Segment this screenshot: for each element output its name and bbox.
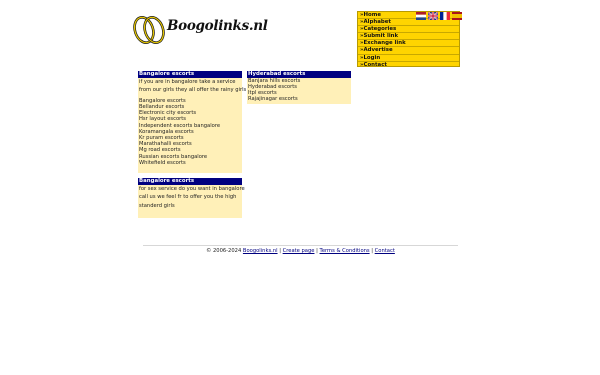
nav-advertise[interactable]: »Advertise xyxy=(358,47,459,55)
footer-terms-link[interactable]: Terms & Conditions xyxy=(320,248,370,254)
nav-exchange-link[interactable]: »Exchange link xyxy=(358,40,459,48)
spanish-flag-icon[interactable] xyxy=(452,12,462,20)
footer-separator: | xyxy=(279,248,281,254)
box-intro-text: from our girls they all offer the rainy … xyxy=(139,87,247,94)
dutch-flag-icon[interactable] xyxy=(416,12,426,20)
footer: © 2006-2024 Boogolinks.nl | Create page … xyxy=(143,248,458,254)
footer-separator: | xyxy=(371,248,374,254)
copyright-text: © 2006-2024 xyxy=(206,248,242,254)
logo-rings-icon xyxy=(133,16,165,44)
french-flag-icon[interactable] xyxy=(440,12,450,20)
footer-contact-link[interactable]: Contact xyxy=(375,248,395,254)
nav-contact[interactable]: »Contact xyxy=(358,62,459,68)
footer-site-link[interactable]: Boogolinks.nl xyxy=(243,248,278,254)
list-item[interactable]: Whitefield escorts xyxy=(139,160,242,166)
english-flag-icon[interactable] xyxy=(428,12,438,20)
bangalore-info-box: Bangalore escorts for sex service do you… xyxy=(138,178,245,218)
box-text: call us we feel fr to offer you the high xyxy=(139,194,237,201)
footer-create-page-link[interactable]: Create page xyxy=(283,248,315,254)
nav-submit-link[interactable]: »Submit link xyxy=(358,33,459,41)
nav-categories[interactable]: »Categories xyxy=(358,26,459,34)
nav-login[interactable]: »Login xyxy=(358,55,459,62)
site-logo[interactable]: Boogolinks.nl xyxy=(133,14,268,46)
logo-text: Boogolinks.nl xyxy=(167,18,268,34)
box-text: standerd girls xyxy=(139,202,175,209)
box-text: for sex service do you want in bangalore xyxy=(139,185,245,192)
nav-alphabet[interactable]: »Alphabet xyxy=(358,19,459,27)
list-item[interactable]: Rajajinagar escorts xyxy=(248,96,351,102)
footer-separator: | xyxy=(316,248,318,254)
footer-divider xyxy=(143,245,458,246)
box-intro-text: if you are in bangalore take a service xyxy=(139,78,236,85)
bangalore-box: Bangalore escorts if you are in bangalor… xyxy=(138,71,247,173)
hyderabad-box: Hyderabad escorts Banjara hills escorts … xyxy=(247,71,351,104)
